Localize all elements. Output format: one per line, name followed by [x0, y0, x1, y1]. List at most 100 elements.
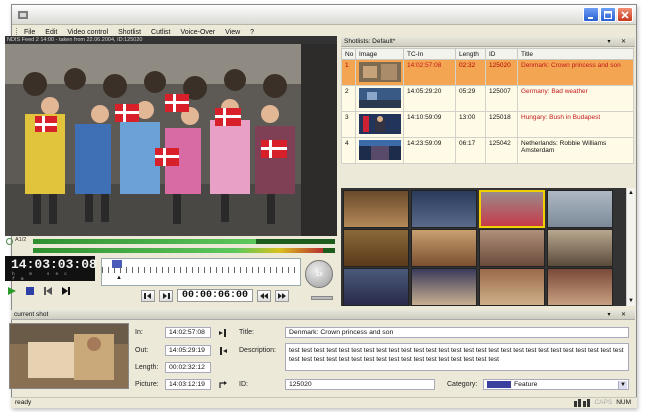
- title-field[interactable]: Denmark: Crown princess and son: [285, 327, 629, 338]
- row-title: Hungary: Bush in Budapest: [517, 111, 634, 138]
- menu-view[interactable]: View: [225, 29, 240, 36]
- rewind-button[interactable]: [257, 289, 272, 302]
- row-tc-in: 14:10:59:09: [403, 111, 456, 138]
- close-button[interactable]: [617, 7, 633, 22]
- row-no: 4: [341, 137, 356, 164]
- timecode-main: 14:03:03:08: [11, 257, 97, 272]
- table-row[interactable]: 1 14:02:57:08 02:32 125020 Denmark: Crow…: [341, 59, 634, 86]
- out-field[interactable]: 14:05:29:19: [165, 345, 211, 356]
- row-title: Denmark: Crown princess and son: [517, 59, 634, 86]
- col-length[interactable]: Length: [455, 48, 486, 60]
- audio-meter-track-1: [33, 239, 335, 244]
- playback-controls: [7, 286, 71, 296]
- close-icon: [621, 10, 629, 19]
- row-no: 2: [341, 85, 356, 112]
- category-label: Category:: [447, 381, 478, 388]
- row-title: Netherlands: Robbie Williams Amsterdam: [517, 137, 634, 164]
- video-frame-crowd-with-flags: [5, 44, 337, 236]
- grid-thumbnail[interactable]: [547, 268, 613, 306]
- description-field[interactable]: test test test test test test test test …: [285, 343, 629, 371]
- maximize-icon: [604, 10, 612, 19]
- col-no[interactable]: No: [341, 48, 356, 60]
- grid-thumbnail[interactable]: [547, 190, 613, 228]
- scroll-down-icon[interactable]: ▼: [628, 298, 634, 304]
- scroll-up-icon[interactable]: ▲: [628, 190, 634, 196]
- row-id: 125007: [485, 85, 518, 112]
- grid-thumbnail[interactable]: [479, 229, 545, 267]
- shotlist-header: Shotlists: Default* ▾ᅟ✕: [341, 37, 635, 47]
- set-picture-button[interactable]: [217, 379, 229, 390]
- menu-voice-over[interactable]: Voice-Over: [181, 29, 216, 36]
- set-out-button[interactable]: [217, 345, 229, 356]
- table-row[interactable]: 2 14:05:29:20 05:29 125007 Germany: Bad …: [341, 85, 634, 112]
- picture-label: Picture:: [135, 381, 159, 388]
- menu-edit[interactable]: Edit: [45, 29, 57, 36]
- set-in-button[interactable]: [217, 327, 229, 338]
- table-row[interactable]: 3 14:10:59:09 13:00 125018 Hungary: Bush…: [341, 111, 634, 138]
- grid-thumbnail[interactable]: [411, 268, 477, 306]
- set-in-icon: [219, 328, 226, 337]
- menu-file[interactable]: File: [24, 29, 35, 36]
- go-to-end-icon[interactable]: [61, 286, 71, 296]
- position-timecode[interactable]: 00:00:06:00: [177, 289, 254, 302]
- playhead-icon[interactable]: ▲: [116, 275, 122, 281]
- row-tc-in: 14:02:57:08: [403, 59, 456, 86]
- menu-shotlist[interactable]: Shotlist: [118, 29, 141, 36]
- speed-slider[interactable]: [311, 296, 333, 300]
- col-image[interactable]: Image: [355, 48, 404, 60]
- minimize-button[interactable]: [583, 7, 599, 22]
- current-shot-panel: In: 14:02:57:08 Out: 14:05:29:19 Length:…: [5, 319, 635, 391]
- panel-buttons[interactable]: ▾ᅟ✕: [607, 37, 631, 47]
- fast-forward-button[interactable]: [275, 289, 290, 302]
- thumbnail-scrollbar[interactable]: ▲ ▼: [626, 188, 635, 306]
- category-color-swatch: [487, 380, 511, 388]
- in-field[interactable]: 14:02:57:08: [165, 327, 211, 338]
- grid-thumbnail[interactable]: [343, 268, 409, 306]
- frame-forward-button[interactable]: [159, 289, 173, 302]
- network-icon: [574, 399, 591, 407]
- rewind-icon: [260, 292, 269, 299]
- chevron-down-icon[interactable]: ▼: [618, 381, 627, 389]
- timecode-display: 14:03:03:08 h m sec fm: [5, 256, 97, 282]
- num-indicator: NUM: [616, 399, 631, 406]
- app-icon: [18, 11, 28, 19]
- table-row[interactable]: 4 14:23:59:09 06:17 125042 Netherlands: …: [341, 137, 634, 164]
- row-thumbnail: [355, 59, 404, 86]
- grid-thumbnail[interactable]: [343, 229, 409, 267]
- id-field[interactable]: 125020: [285, 379, 435, 390]
- grid-thumbnail[interactable]: [343, 190, 409, 228]
- video-overlay-text: NDIS Feed 2 14:00 - taken from 22.06.200…: [5, 36, 337, 44]
- status-indicators: CAPS NUM: [574, 398, 631, 408]
- stop-icon[interactable]: [25, 286, 35, 296]
- timecode-panel: 14:03:03:08 h m sec fm ▲ 00:00:06:00 1x: [5, 256, 337, 306]
- grid-thumbnail[interactable]: [479, 268, 545, 306]
- timeline-scrubber[interactable]: ▲: [101, 258, 301, 286]
- timeline-ticks: [102, 267, 300, 273]
- go-to-start-icon[interactable]: [43, 286, 53, 296]
- col-id[interactable]: ID: [485, 48, 518, 60]
- status-bar: ready CAPS NUM: [11, 397, 637, 408]
- menu-help[interactable]: ?: [250, 29, 254, 36]
- menu-video-control[interactable]: Video control: [67, 29, 108, 36]
- grid-thumbnail[interactable]: [411, 229, 477, 267]
- category-dropdown[interactable]: Feature ▼: [483, 379, 629, 390]
- col-tc-in[interactable]: TC-In: [403, 48, 456, 60]
- col-title[interactable]: Title: [517, 48, 634, 60]
- grid-thumbnail[interactable]: [411, 190, 477, 228]
- title-label: Title:: [239, 329, 254, 336]
- frame-back-button[interactable]: [141, 289, 155, 302]
- title-bar: [12, 5, 636, 25]
- jog-shuttle-knob[interactable]: 1x: [305, 260, 333, 288]
- video-preview[interactable]: [5, 44, 337, 236]
- grid-thumbnail[interactable]: [479, 190, 545, 228]
- row-no: 1: [341, 59, 356, 86]
- length-field: 00:02:32:12: [165, 362, 211, 373]
- set-out-icon: [220, 346, 227, 355]
- picture-field[interactable]: 14:03:12:19: [165, 379, 211, 390]
- play-icon[interactable]: [7, 286, 17, 296]
- maximize-button[interactable]: [600, 7, 616, 22]
- grid-thumbnail[interactable]: [547, 229, 613, 267]
- row-no: 3: [341, 111, 356, 138]
- menu-cutlist[interactable]: Cutlist: [151, 29, 170, 36]
- frame-forward-icon: [163, 292, 170, 299]
